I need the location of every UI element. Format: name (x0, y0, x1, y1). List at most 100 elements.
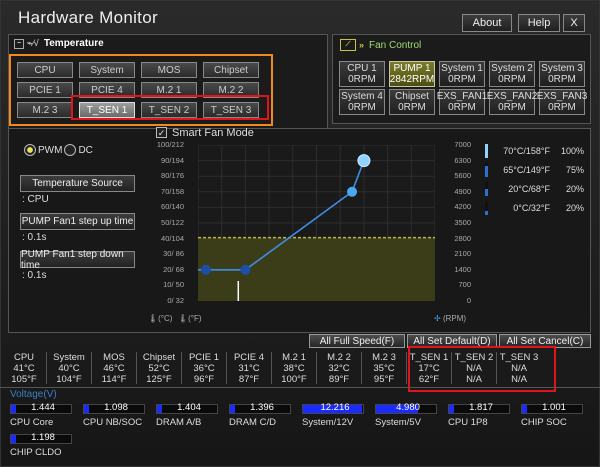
step-down-time-button[interactable]: PUMP Fan1 step down time (20, 249, 135, 271)
fan-icon: ✢ (434, 314, 441, 323)
legend-level-fill (485, 143, 488, 158)
y-tick-rpm: 1400 (454, 264, 471, 274)
voltage-value: 1.198 (31, 432, 55, 443)
fan-curve-chart[interactable] (198, 145, 435, 301)
legend-row: 65°C/149°F 75% (485, 161, 585, 178)
step-up-time-button[interactable]: PUMP Fan1 step up time (20, 213, 135, 230)
rpm-unit: ✢ (RPM) (434, 314, 467, 323)
highlight-tsen-monitor (408, 346, 556, 392)
voltage-value: 1.444 (31, 402, 55, 413)
voltage-value: 1.396 (250, 402, 274, 413)
fan-curve-point[interactable] (240, 264, 251, 275)
y-axis-rpm: 7000 6300 5600 4900 4200 3500 2800 2100 1400 700 0 (445, 140, 475, 310)
monitor-name: PCIE 1 (188, 352, 220, 363)
monitor-f: 89°F (328, 374, 350, 385)
y-tick-rpm: 6300 (454, 155, 471, 165)
legend-level-fill (485, 166, 488, 177)
pwm-radio[interactable] (24, 144, 36, 156)
monitor-f: 125°F (146, 374, 172, 385)
voltage-label: DRAM A/B (156, 417, 202, 428)
fan-name: System 1 (441, 63, 483, 74)
fan-exs-fan2-button[interactable]: EXS_FAN2 0RPM (486, 89, 538, 115)
all-full-speed-button[interactable]: All Full Speed(F) (309, 334, 405, 348)
fan-rpm: 0RPM (448, 102, 476, 113)
temperature-source-button[interactable]: Temperature Source (20, 175, 135, 192)
fan-name: PUMP 1 (393, 63, 431, 74)
monitor-f: 95°F (373, 374, 395, 385)
monitor-mos: MOS 46°C 114°F (92, 352, 136, 385)
fan-system-2-button[interactable]: System 2 0RPM (489, 61, 535, 87)
legend-level-bar (485, 143, 488, 158)
monitor-f: 87°F (238, 374, 260, 385)
fan-name: CPU 1 (347, 63, 377, 74)
thermometer-icon: 🌡 (148, 314, 159, 323)
fan-name: EXS_FAN3 (536, 91, 588, 102)
monitor-f: 114°F (101, 374, 127, 385)
monitor-name: MOS (103, 352, 125, 363)
fan-curve-point[interactable] (347, 186, 358, 197)
legend-level-fill (485, 188, 488, 196)
legend-level-fill (485, 211, 488, 215)
fan-rpm: 0RPM (548, 102, 576, 113)
close-button[interactable]: X (563, 14, 585, 32)
about-button[interactable]: About (462, 14, 512, 32)
fan-pump-1-button[interactable]: PUMP 1 2842RPM (389, 61, 435, 87)
fan-curve-point[interactable] (201, 264, 211, 275)
fan-rpm: 0RPM (348, 102, 376, 113)
monitor-c: 38°C (283, 363, 305, 374)
fan-rpm: 0RPM (498, 74, 526, 85)
voltage-value: 1.098 (104, 402, 128, 413)
fan-rpm: 0RPM (498, 102, 526, 113)
y-tick-rpm: 4200 (454, 202, 471, 212)
voltage-value: 1.817 (469, 402, 493, 413)
fan-name: System 2 (491, 63, 533, 74)
fan-curve-point[interactable] (357, 154, 371, 168)
temperature-source-value: : CPU (22, 194, 49, 205)
monitor-c: 31°C (238, 363, 260, 374)
fan-name: Chipset (395, 91, 429, 102)
fan-system-4-button[interactable]: System 4 0RPM (339, 89, 385, 115)
smart-fan-checkbox[interactable]: ✓ (156, 127, 167, 138)
fan-system-3-button[interactable]: System 3 0RPM (539, 61, 585, 87)
fan-chipset-button[interactable]: Chipset 0RPM (389, 89, 435, 115)
help-button[interactable]: Help (518, 14, 560, 32)
legend-pct: 20% (565, 183, 584, 194)
monitor-name: CPU (13, 352, 35, 363)
step-down-time-value: : 0.1s (22, 270, 47, 281)
app-title: Hardware Monitor (18, 8, 158, 27)
arrow-icon: » (359, 40, 365, 50)
voltage-divider (0, 387, 600, 388)
monitor-c: 41°C (13, 363, 35, 374)
voltage-label: System/5V (375, 417, 421, 428)
fan-rpm: 0RPM (448, 74, 476, 85)
monitor-f: 100°F (281, 374, 307, 385)
dc-radio[interactable] (64, 144, 77, 156)
monitor-c: 35°C (373, 363, 395, 374)
y-tick-rpm: 7000 (454, 140, 471, 149)
fan-name: EXS_FAN2 (486, 91, 538, 102)
fan-name: System 4 (341, 91, 383, 102)
fan-name: EXS_FAN1 (436, 91, 488, 102)
monitor-system: System 40°C 104°F (47, 352, 91, 385)
legend-pct: 100% (560, 145, 584, 156)
monitor-name: M.2 2 (327, 352, 351, 363)
monitor-c: 40°C (58, 363, 80, 374)
fan-system-1-button[interactable]: System 1 0RPM (439, 61, 485, 87)
voltage-label: DRAM C/D (229, 417, 276, 428)
voltage-label: CHIP SOC (521, 417, 567, 428)
fan-exs-fan3-button[interactable]: EXS_FAN3 0RPM (536, 89, 588, 115)
voltage-label: System/12V (302, 417, 354, 428)
legend-level-bar (485, 181, 488, 196)
monitor-f: 105°F (11, 374, 37, 385)
monitor-pcie-4: PCIE 4 31°C 87°F (227, 352, 271, 385)
monitor-m-2-2: M.2 2 32°C 89°F (317, 352, 361, 385)
y-tick-rpm: 700 (458, 280, 471, 290)
collapse-icon[interactable]: − (14, 38, 24, 49)
highlight-tsen-row (71, 95, 269, 120)
fan-cpu-1-button[interactable]: CPU 1 0RPM (339, 61, 385, 87)
legend-temp: 20°C/68°F (508, 183, 550, 194)
fan-exs-fan1-button[interactable]: EXS_FAN1 0RPM (436, 89, 488, 115)
monitor-chipset: Chipset 52°C 125°F (137, 352, 181, 385)
voltage-panel: 1.444 CPU Core 1.098 CPU NB/SOC 1.404 DRAM A/… (10, 402, 595, 464)
legend-row: 0°C/32°F 20% (485, 199, 585, 216)
